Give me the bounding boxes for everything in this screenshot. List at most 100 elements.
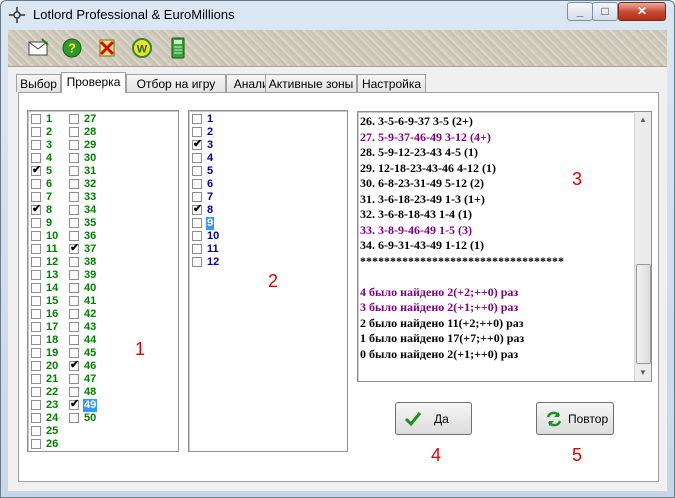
tab-settings[interactable]: Настройка — [357, 74, 426, 92]
toolbar: ? W — [8, 30, 667, 67]
checkbox[interactable] — [31, 153, 41, 163]
results-scrollbar[interactable]: ▲ ▼ — [634, 112, 651, 381]
number-label: 12 — [46, 256, 59, 268]
checkbox[interactable]: ✔ — [192, 203, 202, 215]
checkbox[interactable]: ✔ — [69, 242, 80, 254]
checkbox[interactable] — [31, 426, 41, 436]
number-label: 27 — [84, 113, 97, 125]
checkbox[interactable] — [192, 257, 202, 267]
checkbox[interactable] — [31, 192, 41, 202]
scroll-thumb[interactable] — [636, 264, 651, 364]
checkbox[interactable] — [69, 257, 79, 267]
check-icon: ✔ — [70, 242, 80, 254]
number-label: 50 — [84, 412, 97, 424]
w-icon[interactable]: W — [129, 35, 155, 61]
checkbox[interactable] — [69, 153, 79, 163]
envelope-icon[interactable] — [26, 35, 52, 61]
checkbox[interactable] — [192, 231, 202, 241]
checkbox[interactable] — [192, 218, 202, 228]
checkbox[interactable] — [31, 231, 41, 241]
number-label: 43 — [84, 321, 97, 333]
checkbox[interactable]: ✔ — [192, 138, 202, 150]
checkbox[interactable]: ✔ — [69, 359, 79, 371]
tab-active-zones[interactable]: Активные зоны — [265, 74, 357, 92]
cross-icon[interactable] — [94, 35, 120, 61]
checkbox[interactable] — [31, 439, 41, 449]
checkbox[interactable] — [69, 192, 79, 202]
app-icon — [9, 7, 25, 23]
checkbox[interactable] — [69, 374, 79, 384]
result-line: 32. 3-6-8-18-43 1-4 (1) — [360, 207, 472, 221]
checkbox[interactable] — [31, 270, 41, 280]
checkbox[interactable] — [69, 231, 79, 241]
checkbox[interactable] — [192, 127, 202, 137]
number-label: 1 — [207, 113, 214, 125]
checkbox[interactable]: ✔ — [69, 398, 79, 410]
checkbox[interactable] — [192, 192, 202, 202]
ok-button[interactable]: Да — [395, 402, 472, 435]
checkbox[interactable] — [69, 114, 79, 124]
close-button[interactable]: ✕ — [618, 2, 666, 21]
checkbox[interactable] — [69, 218, 79, 228]
checkbox[interactable] — [69, 296, 79, 306]
result-line: 26. 3-5-6-9-37 3-5 (2+) — [360, 114, 473, 128]
checkbox[interactable] — [31, 296, 41, 306]
scroll-up-icon[interactable]: ▲ — [635, 112, 651, 128]
checkbox[interactable] — [192, 244, 202, 254]
checkbox[interactable] — [31, 244, 41, 254]
checkbox[interactable] — [31, 348, 41, 358]
checkbox[interactable]: ✔ — [31, 164, 41, 176]
minimize-button[interactable]: _ — [567, 2, 593, 21]
checkbox[interactable] — [31, 400, 41, 410]
checkbox[interactable] — [31, 335, 41, 345]
title-bar[interactable]: Lotlord Professional & EuroMillions _ □ … — [1, 1, 674, 30]
retry-button[interactable]: Повтор — [536, 402, 614, 435]
tab-label: Настройка — [361, 77, 422, 91]
main-numbers-list[interactable]: 1 2 3 4 ✔ 5 6 7 ✔ 8 9 10 11 12 13 14 15 16 17 18 19 20 21 22 23 2… — [27, 110, 179, 452]
checkbox[interactable] — [31, 309, 41, 319]
results-panel[interactable]: 26. 3-5-6-9-37 3-5 (2+) 27. 5-9-37-46-49 … — [357, 111, 652, 382]
checkbox[interactable] — [31, 127, 41, 137]
tab-label: Выбор — [20, 77, 57, 91]
checkbox[interactable] — [69, 140, 79, 150]
help-icon[interactable]: ? — [59, 35, 85, 61]
tab-otbor[interactable]: Отбор на игру — [126, 74, 226, 92]
checkbox[interactable] — [69, 335, 79, 345]
window-title: Lotlord Professional & EuroMillions — [33, 7, 235, 22]
checkbox[interactable] — [69, 283, 79, 293]
checkbox[interactable] — [31, 218, 41, 228]
checkbox[interactable] — [192, 114, 202, 124]
checkbox[interactable] — [69, 179, 79, 189]
checkbox[interactable] — [31, 257, 41, 267]
checkbox[interactable] — [31, 374, 41, 384]
checkbox[interactable] — [31, 322, 41, 332]
number-label: 42 — [84, 308, 97, 320]
number-label: 9 — [46, 217, 53, 229]
checkbox[interactable] — [69, 166, 79, 176]
checkbox[interactable] — [31, 179, 41, 189]
checkbox[interactable] — [192, 179, 202, 189]
checkbox[interactable] — [69, 205, 79, 215]
calculator-icon[interactable] — [165, 35, 191, 61]
checkbox[interactable] — [69, 309, 79, 319]
checkbox[interactable] — [69, 413, 79, 423]
checkbox[interactable] — [31, 413, 41, 423]
checkbox[interactable] — [31, 361, 41, 371]
checkbox[interactable] — [31, 283, 41, 293]
checkbox[interactable] — [192, 153, 202, 163]
checkbox[interactable] — [192, 166, 202, 176]
checkbox[interactable] — [69, 270, 79, 280]
scroll-down-icon[interactable]: ▼ — [635, 365, 651, 381]
number-label: 5 — [207, 165, 214, 177]
checkbox[interactable]: ✔ — [31, 203, 41, 215]
checkbox[interactable] — [69, 387, 79, 397]
maximize-button[interactable]: □ — [592, 2, 618, 21]
checkbox[interactable] — [31, 114, 41, 124]
tab-proverka[interactable]: Проверка — [61, 72, 126, 93]
checkbox[interactable] — [69, 348, 79, 358]
tab-vybor[interactable]: Выбор — [16, 74, 61, 92]
checkbox[interactable] — [31, 140, 41, 150]
checkbox[interactable] — [31, 387, 41, 397]
checkbox[interactable] — [69, 127, 79, 137]
checkbox[interactable] — [69, 322, 79, 332]
